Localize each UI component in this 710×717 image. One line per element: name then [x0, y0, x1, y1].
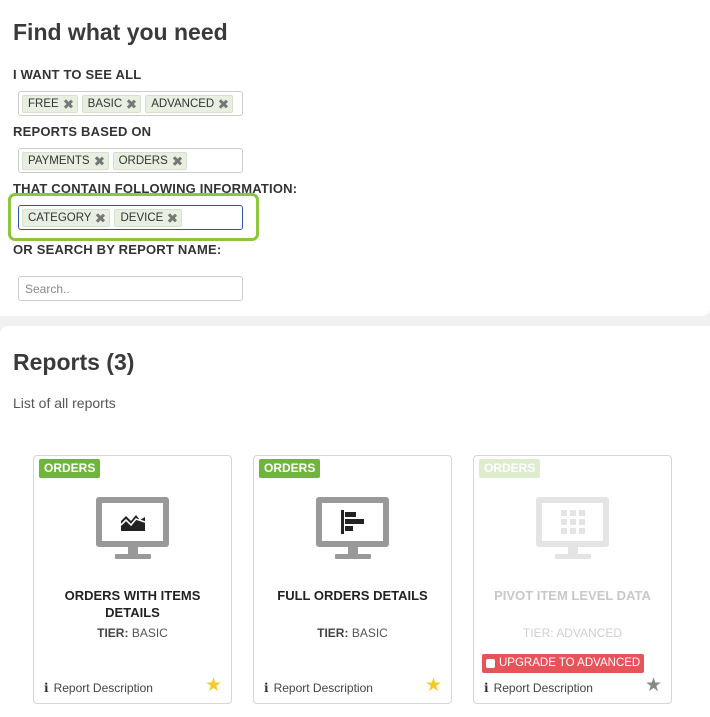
tag-label: ADVANCED: [151, 97, 215, 110]
report-title[interactable]: FULL ORDERS DETAILS: [264, 587, 441, 604]
tier-value: BASIC: [131, 626, 168, 640]
tier-label: TIER:: [97, 626, 129, 640]
tag-label: ORDERS: [118, 154, 168, 167]
report-tier: TIER: ADVANCED: [474, 626, 671, 640]
tier-value: ADVANCED: [556, 626, 623, 640]
tag-label: FREE: [28, 97, 59, 110]
monitor-icon: [96, 497, 169, 547]
remove-tag-icon[interactable]: [167, 213, 177, 223]
report-card[interactable]: ORDERS PIVOT ITEM LEVEL DATA TIER: ADVAN…: [473, 455, 672, 704]
tag-orders: ORDERS: [112, 151, 187, 170]
layers-icon: [486, 659, 495, 668]
tag-advanced: ADVANCED: [145, 94, 234, 113]
tier-value: BASIC: [351, 626, 388, 640]
filters-title: Find what you need: [13, 19, 228, 45]
monitor-base: [335, 554, 371, 559]
remove-tag-icon[interactable]: [218, 99, 228, 109]
remove-tag-icon[interactable]: [126, 99, 136, 109]
monitor-base: [115, 554, 151, 559]
description-label: Report Description: [53, 681, 153, 695]
report-tier: TIER: BASIC: [254, 626, 451, 640]
favorite-star-icon[interactable]: ★: [645, 676, 662, 695]
upgrade-button[interactable]: UPGRADE TO ADVANCED: [482, 654, 645, 673]
favorite-star-icon[interactable]: ★: [425, 676, 442, 695]
search-label: OR SEARCH BY REPORT NAME:: [13, 242, 222, 257]
remove-tag-icon[interactable]: [172, 156, 182, 166]
see-all-label: I WANT TO SEE ALL: [13, 67, 142, 82]
report-description-link[interactable]: i Report Description: [484, 681, 593, 695]
category-badge: ORDERS: [39, 459, 101, 478]
monitor-base: [555, 554, 591, 559]
monitor-stand: [128, 547, 138, 554]
monitor-stand: [568, 547, 578, 554]
info-icon: i: [44, 681, 49, 695]
bar-chart-icon: [322, 503, 383, 541]
monitor-stand: [348, 547, 358, 554]
grid-icon: [542, 503, 603, 541]
source-filter-input[interactable]: PAYMENTS ORDERS: [18, 148, 243, 173]
filters-panel: Find what you need I WANT TO SEE ALL FRE…: [0, 0, 710, 316]
tag-free: FREE: [22, 94, 78, 113]
tag-label: BASIC: [87, 97, 123, 110]
favorite-star-icon[interactable]: ★: [205, 676, 222, 695]
tag-label: DEVICE: [120, 211, 164, 224]
monitor-icon: [536, 497, 609, 547]
tag-label: CATEGORY: [28, 211, 92, 224]
tag-category: CATEGORY: [22, 208, 111, 227]
upgrade-label: UPGRADE TO ADVANCED: [499, 657, 641, 669]
report-title: PIVOT ITEM LEVEL DATA: [494, 588, 651, 603]
category-badge: ORDERS: [259, 459, 321, 478]
information-filter-input[interactable]: CATEGORY DEVICE: [18, 205, 243, 230]
tag-label: PAYMENTS: [28, 154, 90, 167]
area-chart-icon: [102, 503, 163, 541]
description-label: Report Description: [273, 681, 373, 695]
remove-tag-icon[interactable]: [94, 156, 104, 166]
tag-payments: PAYMENTS: [22, 151, 109, 170]
info-icon: i: [484, 681, 489, 695]
report-description-link[interactable]: i Report Description: [44, 681, 153, 695]
report-card[interactable]: ORDERS FULL ORDERS DETAILS TIER: BASIC i…: [253, 455, 452, 704]
tag-basic: BASIC: [81, 94, 142, 113]
category-badge: ORDERS: [479, 459, 541, 478]
tag-device: DEVICE: [114, 208, 183, 227]
report-title[interactable]: ORDERS WITH ITEMS DETAILS: [44, 587, 221, 621]
based-on-label: REPORTS BASED ON: [13, 124, 152, 139]
tier-label: TIER:: [522, 626, 554, 640]
report-tier: TIER: BASIC: [34, 626, 231, 640]
tier-filter-input[interactable]: FREE BASIC ADVANCED: [18, 91, 243, 116]
remove-tag-icon[interactable]: [95, 213, 105, 223]
reports-title: Reports (3): [13, 349, 135, 375]
tier-label: TIER:: [317, 626, 349, 640]
report-card[interactable]: ORDERS ORDERS WITH ITEMS DETAILS TIER: B…: [33, 455, 232, 704]
info-icon: i: [264, 681, 269, 695]
report-description-link[interactable]: i Report Description: [264, 681, 373, 695]
monitor-icon: [316, 497, 389, 547]
report-search-input[interactable]: [18, 276, 243, 301]
description-label: Report Description: [493, 681, 593, 695]
remove-tag-icon[interactable]: [63, 99, 73, 109]
reports-subtitle: List of all reports: [13, 395, 116, 411]
